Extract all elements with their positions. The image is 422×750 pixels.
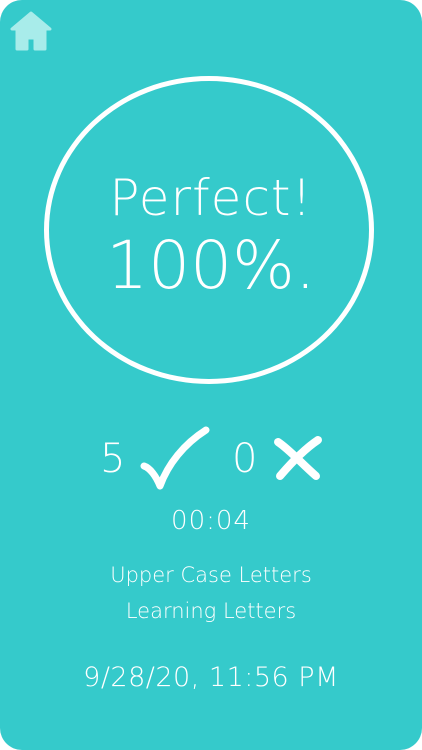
- home-icon: [10, 11, 52, 51]
- result-title: Perfect!: [109, 169, 313, 227]
- cross-icon: [274, 436, 322, 480]
- correct-tally: 5: [100, 426, 210, 498]
- wrong-count: 0: [232, 436, 258, 482]
- results-screen: Perfect! 100%. 5 0 00:04 Upper Case Lett…: [0, 0, 422, 750]
- home-button[interactable]: [10, 10, 52, 52]
- check-icon: [140, 426, 210, 490]
- category-label: Upper Case Letters: [110, 563, 312, 587]
- correct-count: 5: [100, 436, 126, 482]
- result-datetime: 9/28/20, 11:56 PM: [83, 662, 339, 693]
- result-score: 100%.: [106, 227, 316, 304]
- mode-label: Learning Letters: [125, 599, 297, 623]
- wrong-tally: 0: [232, 428, 332, 498]
- elapsed-time: 00:04: [171, 506, 251, 536]
